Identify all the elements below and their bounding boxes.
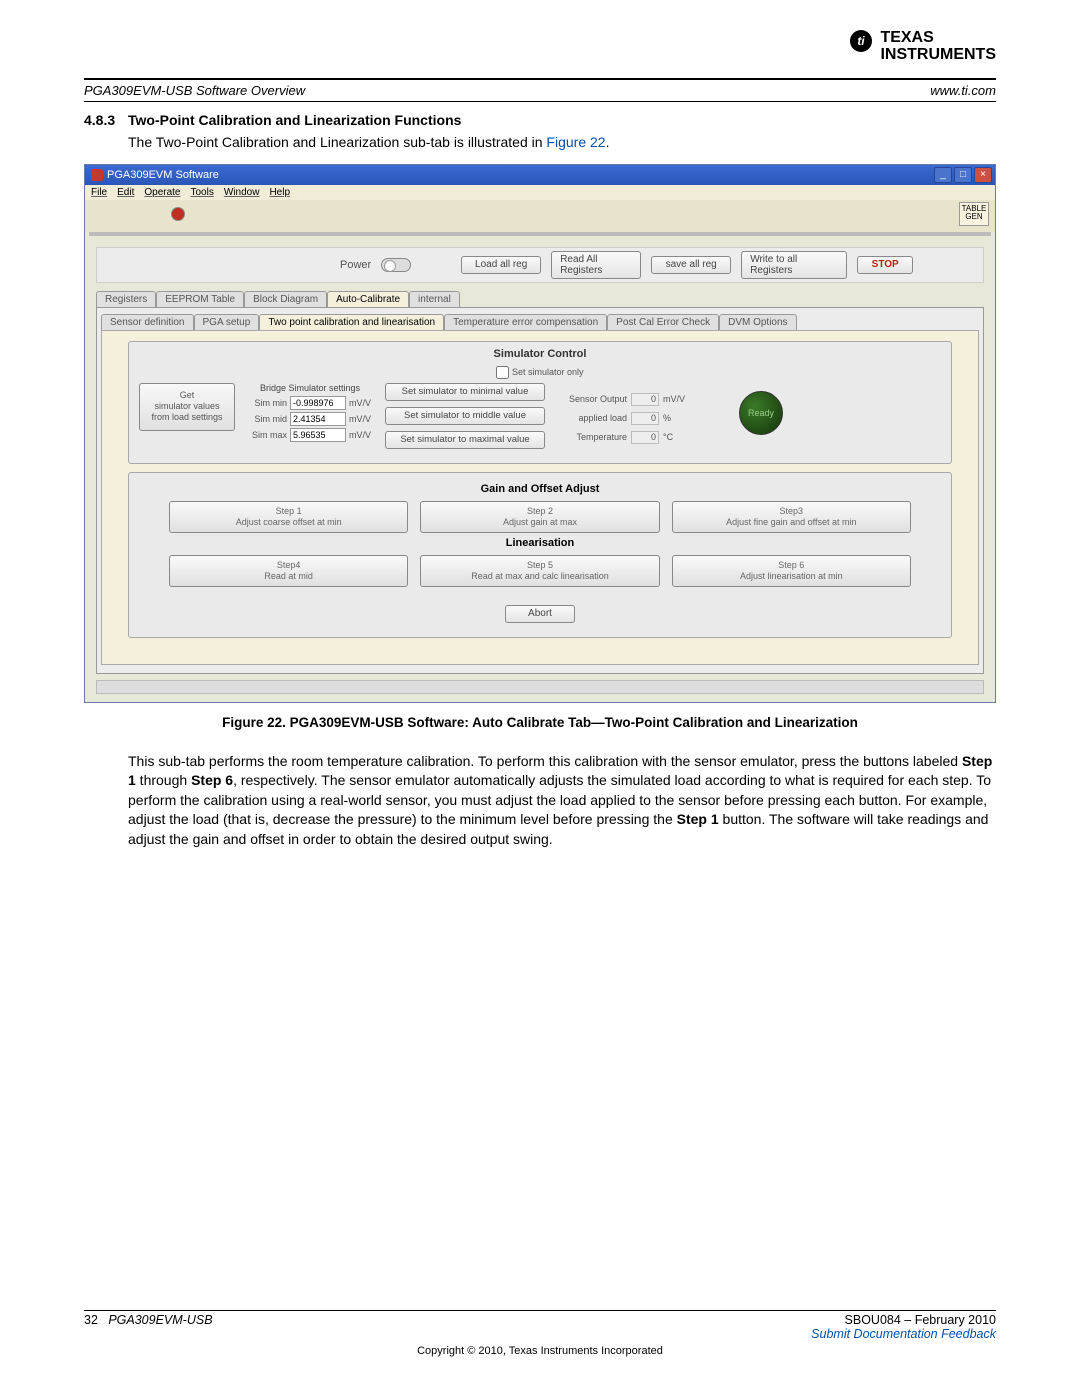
menu-bar: File Edit Operate Tools Window Help [85,185,995,200]
set-sim-min-button[interactable]: Set simulator to minimal value [385,383,545,401]
tab-block-diagram[interactable]: Block Diagram [244,291,327,307]
header-left: PGA309EVM-USB Software Overview [84,83,305,98]
window-title: PGA309EVM Software [107,169,219,181]
sim-min-input[interactable] [290,396,346,410]
subtab-temperature-error[interactable]: Temperature error compensation [444,314,607,330]
tab-auto-calibrate[interactable]: Auto-Calibrate [327,291,409,307]
write-all-registers-button[interactable]: Write to all Registers [741,251,847,279]
power-toggle[interactable] [381,258,411,272]
sensor-output-value: 0 [631,393,659,406]
sim-min-label: Sim min [243,398,287,408]
page-footer: 32 PGA309EVM-USB SBOU084 – February 2010… [84,1310,996,1357]
header-right: www.ti.com [930,83,996,98]
menu-window[interactable]: Window [224,187,260,198]
gain-title: Gain and Offset Adjust [139,483,941,495]
set-simulator-only-label: Set simulator only [512,366,584,376]
subtab-sensor-definition[interactable]: Sensor definition [101,314,194,330]
step-4-button[interactable]: Step4Read at mid [169,555,408,587]
power-label: Power [340,259,371,271]
set-sim-max-button[interactable]: Set simulator to maximal value [385,431,545,449]
step-2-button[interactable]: Step 2Adjust gain at max [420,501,659,533]
applied-load-value: 0 [631,412,659,425]
temperature-value: 0 [631,431,659,444]
tab-registers[interactable]: Registers [96,291,156,307]
table-gen-button[interactable]: TABLEGEN [959,202,989,226]
menu-tools[interactable]: Tools [191,187,214,198]
step-6-button[interactable]: Step 6Adjust linearisation at min [672,555,911,587]
abort-button[interactable]: Abort [505,605,575,623]
body-paragraph: This sub-tab performs the room temperatu… [128,752,996,850]
bridge-settings-header: Bridge Simulator settings [243,383,377,393]
ti-chip-icon: ti [850,30,872,52]
tab-internal[interactable]: internal [409,291,460,307]
tab-eeprom-table[interactable]: EEPROM Table [156,291,244,307]
run-abort-icon[interactable] [171,207,185,221]
subtab-dvm-options[interactable]: DVM Options [719,314,796,330]
save-all-reg-button[interactable]: save all reg [651,256,731,274]
subtab-pga-setup[interactable]: PGA setup [194,314,260,330]
maximize-button[interactable]: □ [954,167,972,183]
sub-tabs: Sensor definition PGA setup Two point ca… [101,314,983,330]
intro-text: The Two-Point Calibration and Linearizat… [128,134,996,150]
page-header: PGA309EVM-USB Software Overview www.ti.c… [84,78,996,102]
linearisation-title: Linearisation [139,537,941,549]
menu-edit[interactable]: Edit [117,187,134,198]
simulator-control-title: Simulator Control [139,348,941,360]
copyright: Copyright © 2010, Texas Instruments Inco… [84,1345,996,1357]
sim-max-input[interactable] [290,428,346,442]
window-titlebar: PGA309EVM Software _ □ × [85,165,995,185]
sim-max-label: Sim max [243,430,287,440]
read-all-registers-button[interactable]: Read All Registers [551,251,641,279]
ready-led: Ready [739,391,783,435]
set-sim-mid-button[interactable]: Set simulator to middle value [385,407,545,425]
sim-mid-label: Sim mid [243,414,287,424]
feedback-link[interactable]: Submit Documentation Feedback [811,1327,996,1341]
menu-help[interactable]: Help [269,187,290,198]
simulator-control-box: Simulator Control Set simulator only Get… [128,341,952,464]
set-simulator-only-checkbox[interactable] [496,366,509,379]
main-tabs: Registers EEPROM Table Block Diagram Aut… [96,291,987,307]
step-3-button[interactable]: Step3Adjust fine gain and offset at min [672,501,911,533]
subtab-post-cal-error[interactable]: Post Cal Error Check [607,314,719,330]
figure-caption: Figure 22. PGA309EVM-USB Software: Auto … [84,715,996,730]
stop-button[interactable]: STOP [857,256,913,274]
top-button-row: Power Load all reg Read All Registers sa… [96,247,984,283]
menu-file[interactable]: File [91,187,107,198]
get-simulator-values-button[interactable]: Getsimulator valuesfrom load settings [139,383,235,431]
subtab-two-point-calibration[interactable]: Two point calibration and linearisation [259,314,444,330]
load-all-reg-button[interactable]: Load all reg [461,256,541,274]
step-5-button[interactable]: Step 5Read at max and calc linearisation [420,555,659,587]
divider [89,232,991,236]
ti-logo: ti TEXASINSTRUMENTS [84,30,996,64]
app-window: PGA309EVM Software _ □ × File Edit Opera… [84,164,996,703]
app-icon [91,169,103,181]
step-1-button[interactable]: Step 1Adjust coarse offset at min [169,501,408,533]
minimize-button[interactable]: _ [934,167,952,183]
horizontal-scrollbar[interactable] [96,680,984,694]
sim-mid-input[interactable] [290,412,346,426]
section-heading: 4.8.3Two-Point Calibration and Lineariza… [84,112,996,128]
figure-link[interactable]: Figure 22 [546,134,605,150]
close-button[interactable]: × [974,167,992,183]
gain-lin-box: Gain and Offset Adjust Step 1Adjust coar… [128,472,952,638]
menu-operate[interactable]: Operate [144,187,180,198]
